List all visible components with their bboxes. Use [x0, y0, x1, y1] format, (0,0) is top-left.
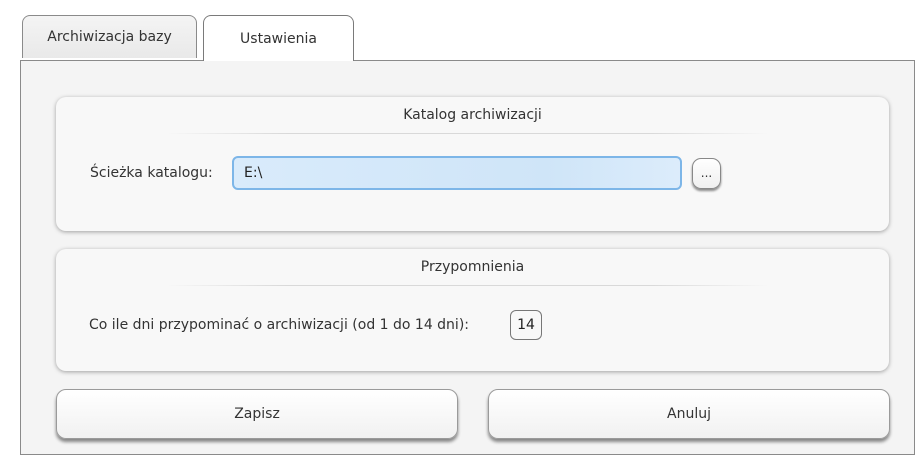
tab-label: Ustawienia: [240, 30, 317, 47]
title-divider: [166, 285, 769, 286]
settings-panel: Katalog archiwizacji Ścieżka katalogu: .…: [20, 60, 915, 455]
group-title: Przypomnienia: [420, 259, 525, 275]
tab-archiwizacja-bazy[interactable]: Archiwizacja bazy: [22, 15, 197, 58]
save-button-label: Zapisz: [234, 406, 280, 422]
title-divider: [166, 133, 769, 134]
cancel-button[interactable]: Anuluj: [488, 389, 890, 439]
save-button[interactable]: Zapisz: [56, 389, 458, 439]
reminder-days-input[interactable]: 14: [510, 310, 542, 340]
cancel-button-label: Anuluj: [667, 406, 711, 422]
tab-ustawienia[interactable]: Ustawienia: [203, 15, 354, 61]
group-title: Katalog archiwizacji: [403, 107, 542, 123]
reminder-days-label: Co ile dni przypominać o archiwizacji (o…: [89, 317, 470, 333]
path-label: Ścieżka katalogu:: [90, 165, 213, 181]
browse-button[interactable]: ...: [692, 158, 721, 189]
tab-label: Archiwizacja bazy: [47, 29, 172, 45]
reminders-group: Przypomnienia Co ile dni przypominać o a…: [56, 249, 889, 371]
directory-path-input[interactable]: [232, 156, 682, 190]
archive-directory-group: Katalog archiwizacji Ścieżka katalogu: .…: [56, 97, 889, 231]
